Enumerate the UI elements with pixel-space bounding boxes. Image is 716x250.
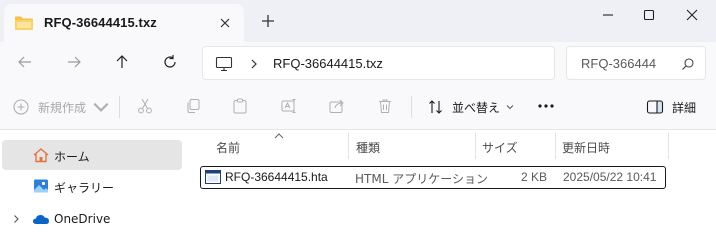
chevron-right-icon[interactable] [249,58,259,70]
share-icon[interactable] [328,97,346,115]
sidebar-item-label: OneDrive [54,212,111,226]
delete-icon[interactable] [376,97,394,115]
plus-icon[interactable] [260,13,276,29]
toolbar-divider [411,96,412,118]
tab-active[interactable]: RFQ-36644415.txz [4,4,244,42]
column-header-modified[interactable]: 更新日時 [562,139,610,159]
details-pane-icon [646,100,664,114]
copy-icon[interactable] [184,97,202,115]
details-pane-button[interactable]: 詳細 [646,97,696,117]
close-icon[interactable] [218,16,232,30]
column-header-name[interactable]: 名前 [216,139,240,159]
close-icon[interactable] [683,6,701,24]
file-modified: 2025/05/22 10:41 [563,170,657,184]
search-input[interactable]: RFQ-366444 [566,46,706,80]
tab-title: RFQ-36644415.txz [44,15,157,30]
more-icon[interactable] [536,96,556,116]
chevron-down-icon [93,102,109,112]
file-type: HTML アプリケーション [355,172,488,186]
gallery-icon [34,179,48,193]
title-bar: RFQ-36644415.txz [0,0,716,42]
sidebar-item-label: ギャラリー [54,181,115,195]
file-name: RFQ-36644415.hta [225,170,328,184]
navigation-pane: ホーム ギャラリー OneDrive [0,131,190,250]
sidebar-item-home[interactable]: ホーム [2,140,182,170]
column-divider[interactable] [348,133,349,159]
column-header-type[interactable]: 種類 [356,139,380,159]
address-bar[interactable]: RFQ-36644415.txz [202,46,555,80]
sort-icon [429,100,442,114]
sidebar-item-onedrive[interactable]: OneDrive [2,204,182,234]
command-bar: 新規作成 並べ替え 詳細 [0,82,716,130]
chevron-right-icon[interactable] [12,214,20,224]
arrow-left-icon[interactable] [16,53,34,71]
sort-button-label: 並べ替え [452,100,501,115]
sort-ascending-icon [274,133,284,139]
folder-icon [15,16,33,30]
sidebar-item-gallery[interactable]: ギャラリー [2,171,182,201]
table-row[interactable]: RFQ-36644415.hta HTML アプリケーション 2 KB 2025… [200,166,666,189]
arrow-up-icon[interactable] [113,53,131,71]
toolbar-divider [119,96,120,118]
maximize-icon[interactable] [640,6,658,24]
address-row: RFQ-36644415.txz RFQ-366444 [0,42,716,82]
arrow-right-icon[interactable] [65,53,83,71]
column-divider[interactable] [668,133,669,159]
new-button-label: 新規作成 [38,100,87,115]
search-icon[interactable] [681,57,695,71]
column-divider[interactable] [555,133,556,159]
file-list: 名前 種類 サイズ 更新日時 RFQ-36644415.hta HTML アプリ… [190,131,716,250]
minimize-icon[interactable] [599,6,617,24]
address-path: RFQ-36644415.txz [273,56,383,71]
cut-icon[interactable] [136,97,154,115]
column-divider[interactable] [475,133,476,159]
home-icon [33,148,49,163]
rename-icon[interactable] [280,97,298,115]
sidebar-item-label: ホーム [54,150,90,164]
paste-icon[interactable] [231,97,249,115]
onedrive-icon [33,215,49,224]
file-size: 2 KB [520,170,547,184]
chevron-down-icon [506,105,514,110]
sort-button[interactable]: 並べ替え [428,97,514,117]
this-pc-icon [215,56,233,72]
add-circle-icon [13,99,29,115]
search-text: RFQ-366444 [581,56,657,71]
details-pane-label: 詳細 [672,100,697,115]
column-header-size[interactable]: サイズ [482,139,518,159]
refresh-icon[interactable] [161,53,179,71]
hta-file-icon [205,170,221,184]
new-button[interactable]: 新規作成 [12,97,110,117]
